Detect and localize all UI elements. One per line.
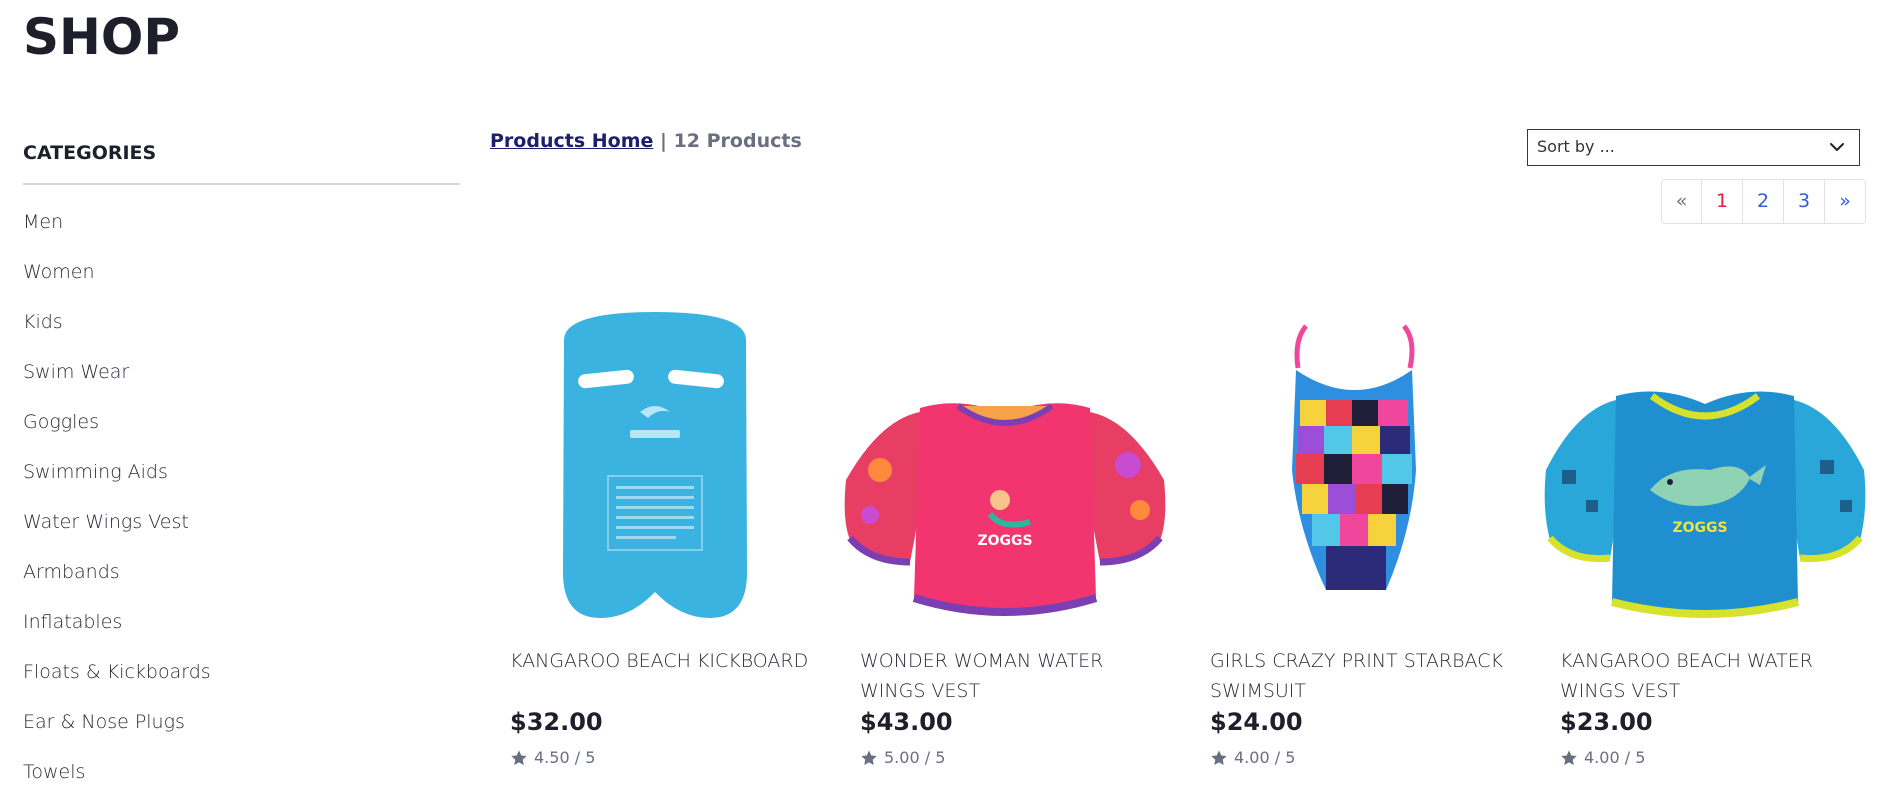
page-title: SHOP <box>23 8 181 66</box>
category-item-swimming-aids[interactable]: Swimming Aids <box>23 447 460 497</box>
product-name[interactable]: WONDER WOMAN WATER WINGS VEST <box>860 646 1160 706</box>
product-rating-value: 4.50 / 5 <box>534 748 596 767</box>
pagination-next[interactable]: » <box>1824 180 1865 223</box>
product-name[interactable]: GIRLS CRAZY PRINT STARBACK SWIMSUIT <box>1210 646 1510 706</box>
product-price: $43.00 <box>860 708 953 736</box>
category-list: Men Women Kids Swim Wear Goggles Swimmin… <box>23 197 460 797</box>
category-item-men[interactable]: Men <box>23 197 460 247</box>
breadcrumb: Products Home | 12 Products <box>490 130 802 152</box>
product-name[interactable]: KANGAROO BEACH KICKBOARD <box>510 646 810 676</box>
product-image-kangaroo-beach-vest[interactable]: ZOGGS <box>1540 300 1870 630</box>
breadcrumb-home-link[interactable]: Products Home <box>490 130 653 152</box>
product-count: 12 Products <box>673 130 802 152</box>
pagination-prev[interactable]: « <box>1662 180 1701 223</box>
product-rating-value: 5.00 / 5 <box>884 748 946 767</box>
category-item-ear-nose-plugs[interactable]: Ear & Nose Plugs <box>23 697 460 747</box>
chevron-down-icon <box>1830 143 1844 151</box>
sort-select[interactable]: Sort by ... <box>1527 129 1860 166</box>
product-rating: 5.00 / 5 <box>860 748 945 767</box>
category-item-kids[interactable]: Kids <box>23 297 460 347</box>
pagination-page-2[interactable]: 2 <box>1742 180 1783 223</box>
categories-heading: CATEGORIES <box>23 142 157 164</box>
category-item-inflatables[interactable]: Inflatables <box>23 597 460 647</box>
product-rating: 4.00 / 5 <box>1560 748 1645 767</box>
category-item-women[interactable]: Women <box>23 247 460 297</box>
categories-divider <box>23 183 460 185</box>
sort-select-label: Sort by ... <box>1537 137 1615 156</box>
product-rating-value: 4.00 / 5 <box>1584 748 1646 767</box>
product-price: $24.00 <box>1210 708 1303 736</box>
product-image-kickboard[interactable] <box>490 300 820 630</box>
star-icon <box>511 750 527 765</box>
category-item-towels[interactable]: Towels <box>23 747 460 797</box>
star-icon <box>861 750 877 765</box>
category-item-water-wings-vest[interactable]: Water Wings Vest <box>23 497 460 547</box>
product-rating: 4.50 / 5 <box>510 748 595 767</box>
product-image-crazy-print-swimsuit[interactable] <box>1190 300 1520 630</box>
categories-sidebar: CATEGORIES Men Women Kids Swim Wear Gogg… <box>23 138 460 797</box>
category-item-goggles[interactable]: Goggles <box>23 397 460 447</box>
star-icon <box>1561 750 1577 765</box>
pagination-page-1[interactable]: 1 <box>1701 180 1742 223</box>
product-rating-value: 4.00 / 5 <box>1234 748 1296 767</box>
product-price: $23.00 <box>1560 708 1653 736</box>
star-icon <box>1211 750 1227 765</box>
breadcrumb-separator: | <box>653 130 674 152</box>
svg-text:ZOGGS: ZOGGS <box>1672 520 1727 536</box>
product-name[interactable]: KANGAROO BEACH WATER WINGS VEST <box>1560 646 1860 706</box>
product-price: $32.00 <box>510 708 603 736</box>
svg-text:ZOGGS: ZOGGS <box>977 533 1032 549</box>
pagination-page-3[interactable]: 3 <box>1783 180 1824 223</box>
category-item-armbands[interactable]: Armbands <box>23 547 460 597</box>
pagination: « 1 2 3 » <box>1661 179 1866 224</box>
category-item-floats-kickboards[interactable]: Floats & Kickboards <box>23 647 460 697</box>
product-image-wonder-woman-vest[interactable]: ZOGGS <box>840 300 1170 630</box>
product-rating: 4.00 / 5 <box>1210 748 1295 767</box>
category-item-swim-wear[interactable]: Swim Wear <box>23 347 460 397</box>
